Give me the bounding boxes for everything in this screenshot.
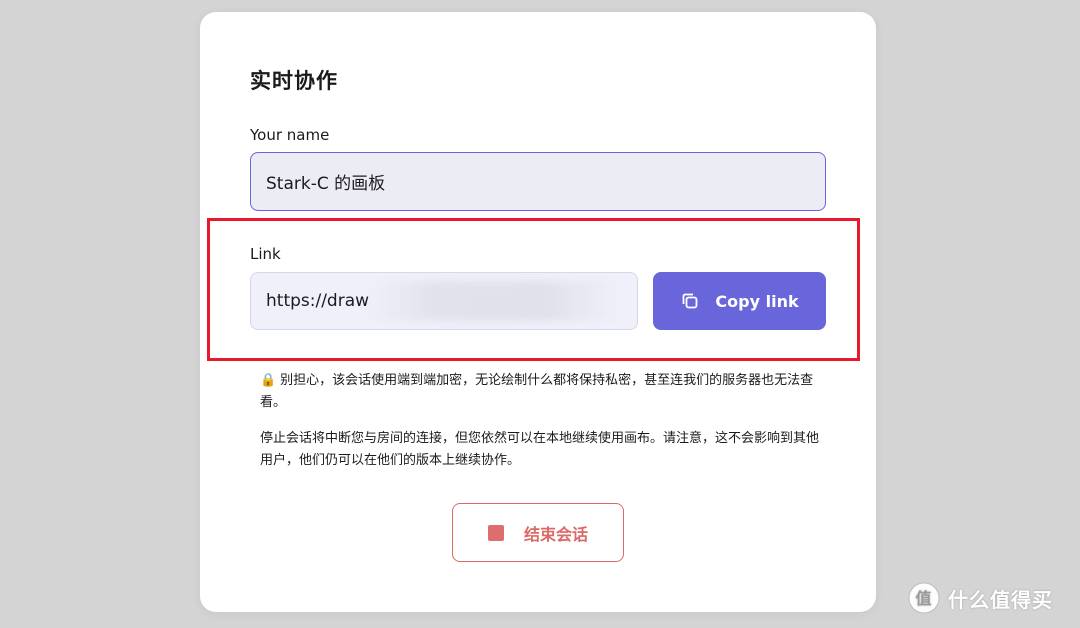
watermark: 值 什么值得买 <box>908 582 1053 614</box>
end-session-button[interactable]: 结束会话 <box>452 503 624 562</box>
link-input-value: https://draw <box>266 291 370 311</box>
name-input-value: Stark-C 的画板 <box>266 174 386 194</box>
copy-icon <box>680 291 700 311</box>
link-field-label: Link <box>250 245 281 263</box>
copy-link-button[interactable]: Copy link <box>653 272 826 330</box>
copy-link-label: Copy link <box>715 291 799 311</box>
lock-icon: 🔒 <box>260 373 277 388</box>
stop-session-note: 停止会话将中断您与房间的连接，但您依然可以在本地继续使用画布。请注意，这不会影响… <box>260 431 820 468</box>
end-session-label: 结束会话 <box>523 524 588 544</box>
zhide-logo-icon: 值 <box>908 582 940 614</box>
link-redaction-blur <box>369 281 619 321</box>
stop-icon <box>487 524 504 541</box>
privacy-note: 🔒 别担心，该会话使用端到端加密，无论绘制什么都将保持私密，甚至连我们的服务器也… <box>260 370 820 414</box>
privacy-note-text: 别担心，该会话使用端到端加密，无论绘制什么都将保持私密，甚至连我们的服务器也无法… <box>260 373 814 410</box>
link-input[interactable]: https://draw <box>250 272 638 330</box>
collaboration-dialog: 实时协作 Your name Stark-C 的画板 Link https://… <box>200 12 876 612</box>
dialog-title: 实时协作 <box>250 69 338 93</box>
name-field-label: Your name <box>250 126 330 144</box>
svg-text:值: 值 <box>915 589 932 608</box>
name-input[interactable]: Stark-C 的画板 <box>250 152 826 211</box>
watermark-text: 什么值得买 <box>948 587 1053 612</box>
